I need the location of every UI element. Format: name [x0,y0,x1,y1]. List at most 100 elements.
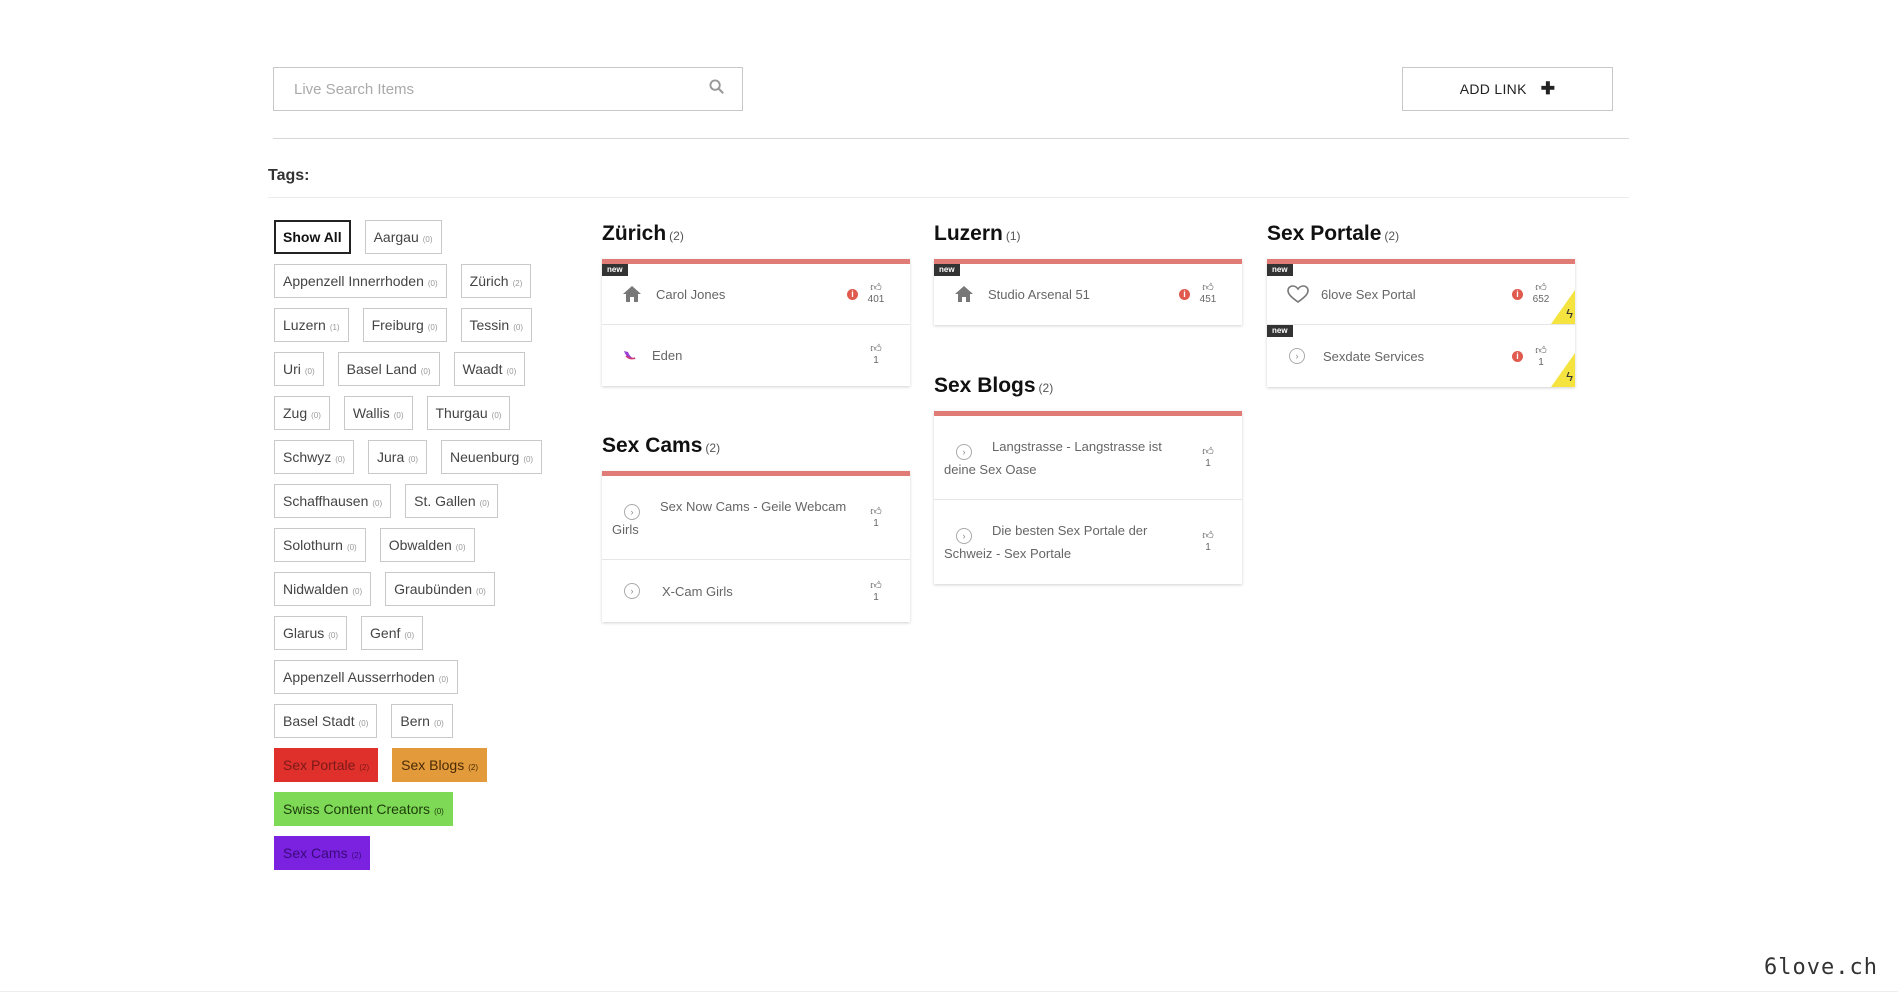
section-title-sexblogs: Sex Blogs (2) [934,374,1053,398]
logo-icon [622,348,650,362]
thumbs-up-icon: 👍︎ [870,580,882,592]
tag-button[interactable]: Glarus (0) [274,616,348,650]
vote-count[interactable]: 👍︎ 1 [861,506,891,530]
tag-button[interactable]: Neuenburg (0) [441,440,543,474]
thumbs-up-icon: 👍︎ [870,506,882,518]
tag-label: Zürich [469,273,509,289]
vote-number: 1 [1538,357,1544,368]
vote-count[interactable]: 👍︎ 1 [1193,530,1223,554]
vote-count[interactable]: 👍︎ 1 [861,580,891,604]
tag-count: (0) [422,234,433,244]
thumbs-up-icon: 👍︎ [870,282,882,294]
tag-row: Show All Aargau (0) [274,220,574,254]
vote-number: 1 [873,592,879,603]
list-item[interactable]: Eden 👍︎ 1 [602,325,910,386]
tag-count: (0) [408,454,419,464]
tag-count: (0) [393,410,404,420]
tag-button[interactable]: Sex Portale (2) [274,748,379,782]
tag-count: (0) [335,454,346,464]
new-badge: new [1267,325,1293,337]
thumbs-up-icon: 👍︎ [870,343,882,355]
list-item[interactable]: › Langstrasse - Langstrasse ist deine Se… [934,416,1242,500]
vote-count[interactable]: 👍︎ 451 [1193,282,1223,306]
tag-row: Swiss Content Creators (0) [274,792,574,826]
vote-count[interactable]: 👍︎ 1 [1193,446,1223,470]
tag-button[interactable]: Uri (0) [274,352,324,386]
list-item[interactable]: new Studio Arsenal 51 i 👍︎ 451 [934,264,1242,325]
tag-button[interactable]: Show All [274,220,351,254]
tag-button[interactable]: Luzern (1) [274,308,349,342]
tag-button[interactable]: Thurgau (0) [426,396,511,430]
vote-count[interactable]: 👍︎ 401 [861,282,891,306]
tag-button[interactable]: Zürich (2) [460,264,532,298]
vote-count[interactable]: 👍︎ 1 [861,343,891,367]
tag-label: Aargau [373,229,419,245]
heart-icon [1287,284,1315,304]
tag-count: (0) [404,630,415,640]
tag-count: (2) [359,762,370,772]
tag-label: Waadt [462,361,503,377]
tag-label: Sex Blogs [401,757,465,773]
tag-button[interactable]: Basel Stadt (0) [274,704,378,738]
list-item[interactable]: new 6love Sex Portal i 👍︎ 652 ϟ [1267,264,1575,325]
list-item[interactable]: new › Sexdate Services i 👍︎ 1 ϟ [1267,325,1575,387]
divider [268,197,1629,198]
tag-button[interactable]: Bern (0) [391,704,453,738]
section-count: (2) [705,441,721,455]
list-item[interactable]: › Sex Now Cams - Geile Webcam Girls 👍︎ 1 [602,476,910,560]
tag-row: Zug (0) Wallis (0) Thurgau (0) [274,396,574,430]
tag-row: Uri (0) Basel Land (0) Waadt (0) [274,352,574,386]
thumbs-up-icon: 👍︎ [1202,530,1214,542]
list-item[interactable]: new Carol Jones i 👍︎ 401 [602,264,910,325]
info-icon[interactable]: i [1512,351,1523,362]
tag-button[interactable]: Tessin (0) [460,308,532,342]
tag-button[interactable]: Obwalden (0) [379,528,475,562]
tag-button[interactable]: Sex Blogs (2) [392,748,487,782]
section-title-text: Luzern [934,222,1003,245]
tag-button[interactable]: Wallis (0) [343,396,413,430]
item-title[interactable]: Eden [650,348,892,363]
tag-button[interactable]: Jura (0) [368,440,428,474]
tag-label: Show All [283,229,342,245]
info-icon[interactable]: i [847,289,858,300]
item-title[interactable]: X-Cam Girls [652,584,892,599]
tag-button[interactable]: Freiburg (0) [362,308,447,342]
tag-list: Show All Aargau (0) Appenzell Innerrhoden (0… [274,220,574,880]
section-title-sexportale: Sex Portale (2) [1267,222,1399,246]
tag-label: Sex Cams [283,845,348,861]
info-icon[interactable]: i [1179,289,1190,300]
list-item[interactable]: › X-Cam Girls 👍︎ 1 [602,560,910,622]
tag-button[interactable]: Swiss Content Creators (0) [274,792,453,826]
tag-button[interactable]: St. Gallen (0) [405,484,499,518]
add-link-button[interactable]: ADD LINK ✚ [1402,67,1613,111]
tag-button[interactable]: Graubünden (0) [385,572,495,606]
tag-row: Schaffhausen (0) St. Gallen (0) [274,484,574,518]
tag-button[interactable]: Zug (0) [274,396,330,430]
info-icon[interactable]: i [1512,289,1523,300]
tag-count: (0) [420,366,431,376]
tag-button[interactable]: Solothurn (0) [274,528,366,562]
tag-button[interactable]: Appenzell Ausserrhoden (0) [274,660,458,694]
vote-number: 1 [1205,458,1211,469]
tag-button[interactable]: Basel Land (0) [337,352,440,386]
tag-button[interactable]: Sex Cams (2) [274,836,371,870]
tag-button[interactable]: Schwyz (0) [274,440,355,474]
tag-row: Schwyz (0) Jura (0) Neuenburg (0) [274,440,574,474]
tag-button[interactable]: Appenzell Innerrhoden (0) [274,264,447,298]
search-box[interactable] [273,67,743,111]
tag-button[interactable]: Genf (0) [361,616,424,650]
tag-button[interactable]: Waadt (0) [453,352,526,386]
tag-count: (0) [455,542,466,552]
tag-button[interactable]: Aargau (0) [364,220,442,254]
tag-label: Appenzell Ausserrhoden [283,669,435,685]
tag-label: Thurgau [435,405,488,421]
tag-button[interactable]: Schaffhausen (0) [274,484,392,518]
search-icon[interactable] [709,79,724,99]
tag-count: (0) [427,278,438,288]
list-item[interactable]: › Die besten Sex Portale der Schweiz - S… [934,500,1242,584]
tag-button[interactable]: Nidwalden (0) [274,572,372,606]
search-input[interactable] [292,79,676,99]
tag-label: Appenzell Innerrhoden [283,273,424,289]
tag-label: Neuenburg [450,449,520,465]
tag-count: (0) [479,498,490,508]
